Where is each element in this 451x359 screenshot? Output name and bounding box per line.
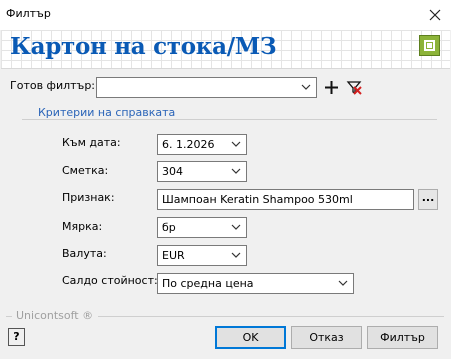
- chevron-down-icon: [231, 252, 241, 258]
- unit-value: бр: [162, 221, 176, 234]
- balance-value-label: Салдо стойност:: [62, 274, 158, 287]
- unit-combo[interactable]: бр: [157, 217, 247, 238]
- title-bar: [0, 0, 451, 30]
- clear-filter-button[interactable]: [344, 77, 365, 98]
- footer-brand: Unicontsoft ®: [16, 309, 94, 322]
- page-title: Картон на стока/МЗ: [10, 33, 277, 60]
- attribute-value: Шампоан Keratin Shampoo 530ml: [162, 193, 353, 206]
- help-icon: ?: [13, 330, 20, 343]
- attribute-label: Признак:: [62, 191, 115, 204]
- balance-value-combo[interactable]: По средна цена: [157, 273, 354, 294]
- chevron-down-icon: [231, 224, 241, 230]
- balance-value-value: По средна цена: [162, 277, 254, 290]
- preset-filter-combo[interactable]: [96, 77, 317, 98]
- unit-label: Мярка:: [62, 220, 103, 233]
- ok-button[interactable]: OK: [215, 326, 286, 349]
- plus-icon: [325, 81, 338, 94]
- group-title: Критерии на справката: [36, 106, 178, 119]
- group-separator: [22, 119, 437, 120]
- date-label: Към дата:: [62, 136, 121, 149]
- account-combo[interactable]: 304: [157, 161, 247, 182]
- browse-button[interactable]: ...: [418, 189, 438, 210]
- currency-value: EUR: [162, 249, 185, 262]
- currency-combo[interactable]: EUR: [157, 245, 247, 266]
- window-title: Филтър: [6, 7, 51, 20]
- chevron-down-icon: [338, 280, 348, 286]
- date-value: 6. 1.2026: [162, 138, 215, 151]
- account-value: 304: [162, 165, 183, 178]
- footer-separator-left: [6, 316, 12, 317]
- close-icon: [429, 9, 441, 21]
- help-button[interactable]: ?: [8, 328, 25, 346]
- footer-separator: [98, 316, 444, 317]
- unicontsoft-logo-icon: [419, 35, 440, 56]
- filter-button[interactable]: Филтър: [367, 326, 438, 349]
- chevron-down-icon: [301, 84, 311, 90]
- add-filter-button[interactable]: [321, 77, 342, 98]
- date-picker[interactable]: 6. 1.2026: [157, 134, 247, 155]
- close-button[interactable]: [421, 1, 449, 29]
- clear-filter-icon: [346, 81, 362, 95]
- chevron-down-icon: [231, 168, 241, 174]
- account-label: Сметка:: [62, 164, 109, 177]
- currency-label: Валута:: [62, 247, 107, 260]
- preset-filter-label: Готов филтър:: [10, 79, 96, 92]
- cancel-button[interactable]: Отказ: [291, 326, 362, 349]
- attribute-input[interactable]: Шампоан Keratin Shampoo 530ml: [157, 189, 414, 210]
- chevron-down-icon: [231, 141, 241, 147]
